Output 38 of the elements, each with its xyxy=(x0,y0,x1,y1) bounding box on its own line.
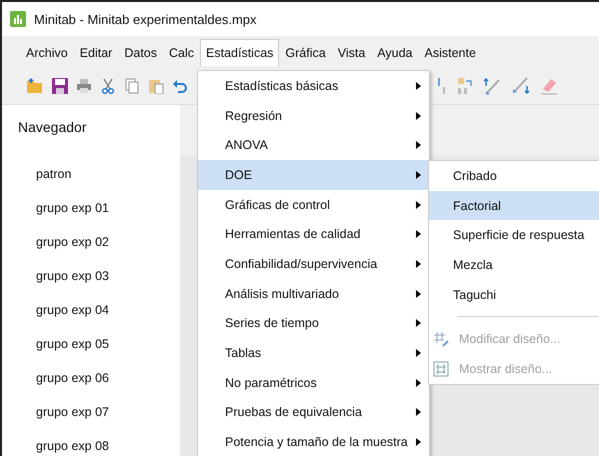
menu-item[interactable]: Potencia y tamaño de la muestra xyxy=(198,427,429,456)
navigator-item[interactable]: grupo exp 02 xyxy=(2,225,180,259)
menu-bar-item[interactable]: Archivo xyxy=(20,38,74,66)
navigator-item[interactable]: grupo exp 01 xyxy=(2,191,180,225)
navigator-item[interactable]: grupo exp 08 xyxy=(2,429,180,456)
menu-item[interactable]: Series de tiempo xyxy=(198,308,429,338)
navigator-item[interactable]: grupo exp 04 xyxy=(2,293,180,327)
submenu-item[interactable]: Mezcla xyxy=(429,250,599,280)
menu-bar-item[interactable]: Editar xyxy=(74,38,118,66)
menu-item[interactable]: No paramétricos xyxy=(198,368,429,398)
submenu-item[interactable]: Taguchi xyxy=(429,280,599,310)
navigator-item[interactable]: grupo exp 06 xyxy=(2,361,180,395)
menu-bar-item[interactable]: Ayuda xyxy=(371,38,418,66)
navigator-item[interactable]: grupo exp 03 xyxy=(2,259,180,293)
menu-item[interactable]: Gráficas de control xyxy=(198,190,429,220)
navigator-item[interactable]: grupo exp 05 xyxy=(2,327,180,361)
submenu-item[interactable]: Factorial xyxy=(429,190,599,220)
submenu-item[interactable]: Cribado xyxy=(429,161,599,191)
menu-bar-item[interactable]: Vista xyxy=(332,38,372,66)
window-title: Minitab - Minitab experimentaldes.mpx xyxy=(34,12,257,26)
menu-bar-item[interactable]: Datos xyxy=(118,38,163,66)
menu-bar-item[interactable]: Asistente xyxy=(418,38,482,66)
menu-bar-item[interactable]: Estadísticas xyxy=(200,38,280,66)
menu-item[interactable]: Análisis multivariado xyxy=(198,278,429,308)
menu-item[interactable]: Regresión xyxy=(198,100,429,130)
menu-item[interactable]: DOE xyxy=(198,160,429,190)
menu-item[interactable]: Pruebas de equivalencia xyxy=(198,398,429,428)
navigator-title: Navegador xyxy=(17,118,88,137)
menu-item[interactable]: Herramientas de calidad xyxy=(198,219,429,250)
menu-item[interactable]: ANOVA xyxy=(198,130,429,160)
navigator-item[interactable]: patron xyxy=(2,157,180,191)
menu-item[interactable]: Estadísticas básicas xyxy=(198,71,429,101)
menu-bar-item[interactable]: Calc xyxy=(163,38,200,66)
navigator-item[interactable]: grupo exp 07 xyxy=(2,395,180,429)
menu-item[interactable]: Tablas xyxy=(198,338,429,368)
menu-bar-item[interactable]: Gráfica xyxy=(279,38,332,66)
menu-item[interactable]: Confiabilidad/supervivencia xyxy=(198,249,429,279)
submenu-item[interactable]: Superficie de respuesta xyxy=(429,220,599,250)
